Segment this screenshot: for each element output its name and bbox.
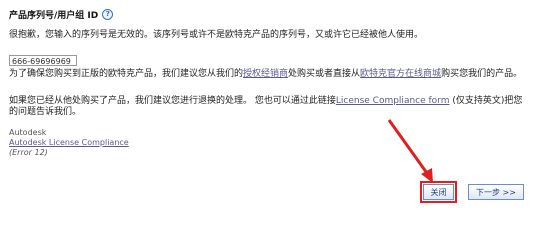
compliance-form-link[interactable]: License Compliance form xyxy=(336,96,450,106)
annotation-arrow-head xyxy=(421,168,433,183)
annotation-arrow-line xyxy=(387,119,431,177)
advice-suffix: 购买您我们的产品。 xyxy=(441,69,523,79)
close-button[interactable]: 关闭 xyxy=(420,181,457,203)
refund-suffix: (仅支持英文)把您 xyxy=(449,96,523,106)
store-link[interactable]: 欧特克官方在线商城 xyxy=(360,69,441,79)
refund-prefix: 如果您已经从他处购买了产品，我们建议您进行退换的处理。 您也可以通过此链接 xyxy=(9,96,336,106)
refund-advice-line1: 如果您已经从他处购买了产品，我们建议您进行退换的处理。 您也可以通过此链接Lic… xyxy=(9,95,522,107)
advice-mid: 处购买或者直接从 xyxy=(288,69,361,79)
reseller-link[interactable]: 授权经销商 xyxy=(243,69,288,79)
purchase-advice: 为了确保您购买到正版的欧特克产品，我们建议您从我们的授权经销商处购买或者直接从欧… xyxy=(9,68,522,80)
error-code: (Error 12) xyxy=(9,148,48,157)
dialog-title: 产品序列号/用户组 ID ? xyxy=(9,8,114,21)
license-compliance-link-text[interactable]: Autodesk License Compliance xyxy=(9,138,129,147)
help-icon[interactable]: ? xyxy=(102,9,114,20)
next-button[interactable]: 下一步 >> xyxy=(468,184,524,200)
refund-advice-line2: 的问题告诉我们。 xyxy=(9,107,82,117)
dialog-title-text: 产品序列号/用户组 ID xyxy=(9,11,99,21)
serial-number-field[interactable]: 666-69696969 xyxy=(9,55,77,66)
advice-prefix: 为了确保您购买到正版的欧特克产品，我们建议您从我们的 xyxy=(9,69,244,79)
error-message: 很抱歉，您输入的序列号是无效的。该序列号或许不是欧特克产品的序列号，又或许它已经… xyxy=(9,30,424,40)
